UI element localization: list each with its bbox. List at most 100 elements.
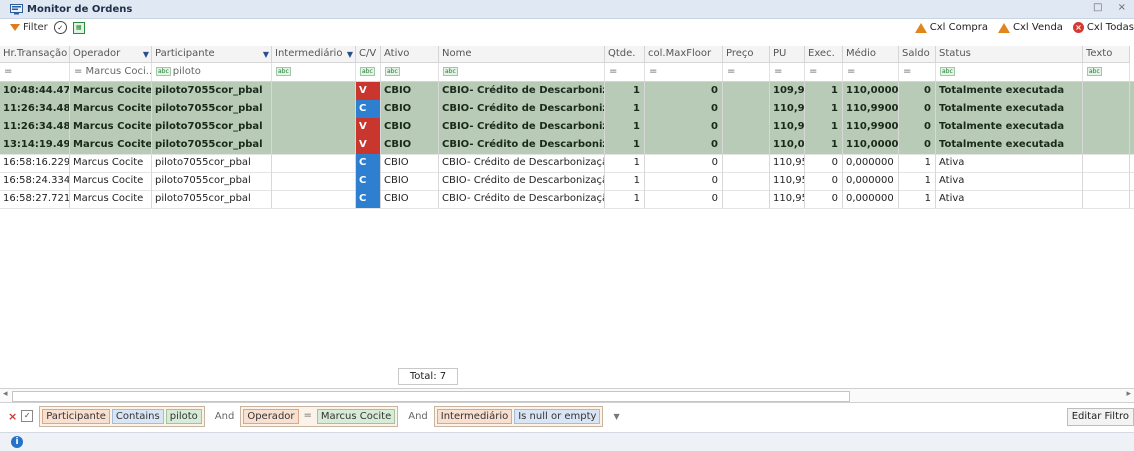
column-header-medio[interactable]: Médio [843, 46, 899, 63]
filter-cell-medio[interactable]: = [843, 63, 899, 81]
cell-op: Marcus Cocite [70, 100, 152, 118]
filter-cell-exec[interactable]: = [805, 63, 843, 81]
filter-cell-hr[interactable]: = [0, 63, 70, 81]
column-filter-icon[interactable]: ▼ [143, 47, 149, 62]
filter-operator[interactable]: = [301, 409, 315, 424]
filter-participante[interactable]: Participante Contains piloto [39, 405, 205, 427]
cell-maxfloor: 0 [645, 100, 723, 118]
cell-medio: 110,990000 [843, 118, 899, 136]
filter-value: = [609, 66, 618, 77]
filter-cell-inter[interactable]: abc [272, 63, 356, 81]
filter-value[interactable]: Marcus Cocite [316, 408, 396, 424]
table-row[interactable]: 16:58:16.229 Marcus Cocite piloto7055cor_p… [0, 154, 1134, 173]
filter-cell-cv[interactable]: abc [356, 63, 381, 81]
filter-cell-pu[interactable]: = [770, 63, 805, 81]
info-icon[interactable]: i [11, 436, 23, 448]
column-header-preco[interactable]: Preço [723, 46, 770, 63]
column-header-exec[interactable]: Exec. [805, 46, 843, 63]
table-row[interactable]: 11:26:34.480 Marcus Cocite piloto7055cor_p… [0, 100, 1134, 119]
filter-operator[interactable]: Contains [111, 408, 164, 424]
column-header-pu[interactable]: PU [770, 46, 805, 63]
cell-texto [1083, 82, 1130, 100]
filter-cell-saldo[interactable]: = [899, 63, 936, 81]
filter-bar: × ✓ Participante Contains piloto And Ope… [0, 404, 1134, 428]
cell-ativo: CBIO [381, 118, 439, 136]
filter-cell-texto[interactable]: abc [1083, 63, 1130, 81]
table-row[interactable]: 11:26:34.480 Marcus Cocite piloto7055cor_p… [0, 118, 1134, 137]
filter-cell-maxfloor[interactable]: = [645, 63, 723, 81]
cxl-todas-button[interactable]: × Cxl Todas [1072, 22, 1134, 33]
table-row[interactable]: 10:48:44.472 Marcus Cocite piloto7055cor_p… [0, 82, 1134, 101]
column-header-ativo[interactable]: Ativo [381, 46, 439, 63]
filter-intermediario[interactable]: Intermediário Is null or empty [433, 405, 604, 427]
filter-cell-part[interactable]: abc piloto [152, 63, 272, 81]
cell-status: Totalmente executada [936, 118, 1083, 136]
table-row[interactable]: 13:14:19.492 Marcus Cocite piloto7055cor_p… [0, 136, 1134, 155]
filter-cell-qtde[interactable]: = [605, 63, 645, 81]
column-header-status[interactable]: Status [936, 46, 1083, 63]
column-header-saldo[interactable]: Saldo [899, 46, 936, 63]
column-header-qtde[interactable]: Qtde. [605, 46, 645, 63]
column-header-maxfloor[interactable]: col.MaxFloor [645, 46, 723, 63]
column-header-op[interactable]: Operador ▼ [70, 46, 152, 63]
filter-cell-ativo[interactable]: abc [381, 63, 439, 81]
filter-button[interactable]: Filter [10, 22, 48, 33]
scroll-left-icon[interactable]: ◂ [3, 389, 8, 399]
filter-operator[interactable]: Is null or empty [514, 408, 601, 424]
cell-preco [723, 172, 770, 190]
cell-preco [723, 190, 770, 208]
cell-ativo: CBIO [381, 154, 439, 172]
edit-filter-button[interactable]: Editar Filtro [1066, 408, 1134, 426]
filter-field[interactable]: Intermediário [436, 408, 513, 424]
filter-cell-preco[interactable]: = [723, 63, 770, 81]
cell-ativo: CBIO [381, 190, 439, 208]
cell-saldo: 0 [899, 100, 936, 118]
scroll-right-icon[interactable]: ▸ [1126, 389, 1131, 399]
cell-maxfloor: 0 [645, 118, 723, 136]
cell-ativo: CBIO [381, 100, 439, 118]
filter-value[interactable]: piloto [165, 408, 202, 424]
window-controls[interactable]: □ × [1093, 2, 1132, 13]
column-header-part[interactable]: Participante ▼ [152, 46, 272, 63]
column-filter-icon[interactable]: ▼ [263, 47, 269, 62]
column-header-nome[interactable]: Nome [439, 46, 605, 63]
clear-filter-icon[interactable]: ✓ [53, 21, 67, 34]
cell-part: piloto7055cor_pbal [152, 118, 272, 136]
table-row[interactable]: 16:58:27.721 Marcus Cocite piloto7055cor_p… [0, 190, 1134, 209]
filter-operador[interactable]: Operador = Marcus Cocite [240, 405, 399, 427]
filter-cell-nome[interactable]: abc [439, 63, 605, 81]
cxl-venda-button[interactable]: Cxl Venda [998, 22, 1063, 33]
and-operator[interactable]: And [408, 411, 428, 422]
filter-enabled-checkbox[interactable]: ✓ [21, 410, 34, 422]
filter-cell-op[interactable]: = Marcus Coci... [70, 63, 152, 81]
status-bar: i [0, 432, 1134, 451]
column-header-inter[interactable]: Intermediário ▼ [272, 46, 356, 63]
filter-cell-status[interactable]: abc [936, 63, 1083, 81]
column-header-label: PU [773, 48, 787, 59]
cancel-all-icon: × [1072, 22, 1084, 33]
cell-hr: 11:26:34.480 [0, 118, 70, 136]
text-filter-icon: abc [276, 66, 291, 76]
filter-field[interactable]: Operador [243, 408, 299, 424]
horizontal-scrollbar[interactable]: ◂ ▸ [0, 388, 1134, 403]
cxl-compra-button[interactable]: Cxl Compra [914, 22, 988, 33]
and-operator[interactable]: And [215, 411, 235, 422]
column-header-label: Intermediário [275, 48, 343, 59]
filter-value: = [649, 66, 658, 77]
column-header-cv[interactable]: C/V [356, 46, 381, 63]
clear-filter-x-icon[interactable]: × [8, 410, 17, 423]
scroll-thumb[interactable] [12, 391, 850, 402]
filter-field[interactable]: Participante [42, 408, 110, 424]
column-header-texto[interactable]: Texto [1083, 46, 1130, 63]
cell-saldo: 1 [899, 154, 936, 172]
table-row[interactable]: 16:58:24.334 Marcus Cocite piloto7055cor_p… [0, 172, 1134, 191]
cell-status: Ativa [936, 154, 1083, 172]
column-filter-icon[interactable]: ▼ [347, 47, 353, 62]
cell-inter [272, 136, 356, 154]
add-filter-dropdown-icon[interactable]: ▼ [613, 412, 619, 421]
cell-maxfloor: 0 [645, 190, 723, 208]
column-header-hr[interactable]: Hr.Transação [0, 46, 70, 63]
export-grid-icon[interactable]: ▦ [72, 21, 85, 34]
cell-hr: 10:48:44.472 [0, 82, 70, 100]
cell-part: piloto7055cor_pbal [152, 82, 272, 100]
